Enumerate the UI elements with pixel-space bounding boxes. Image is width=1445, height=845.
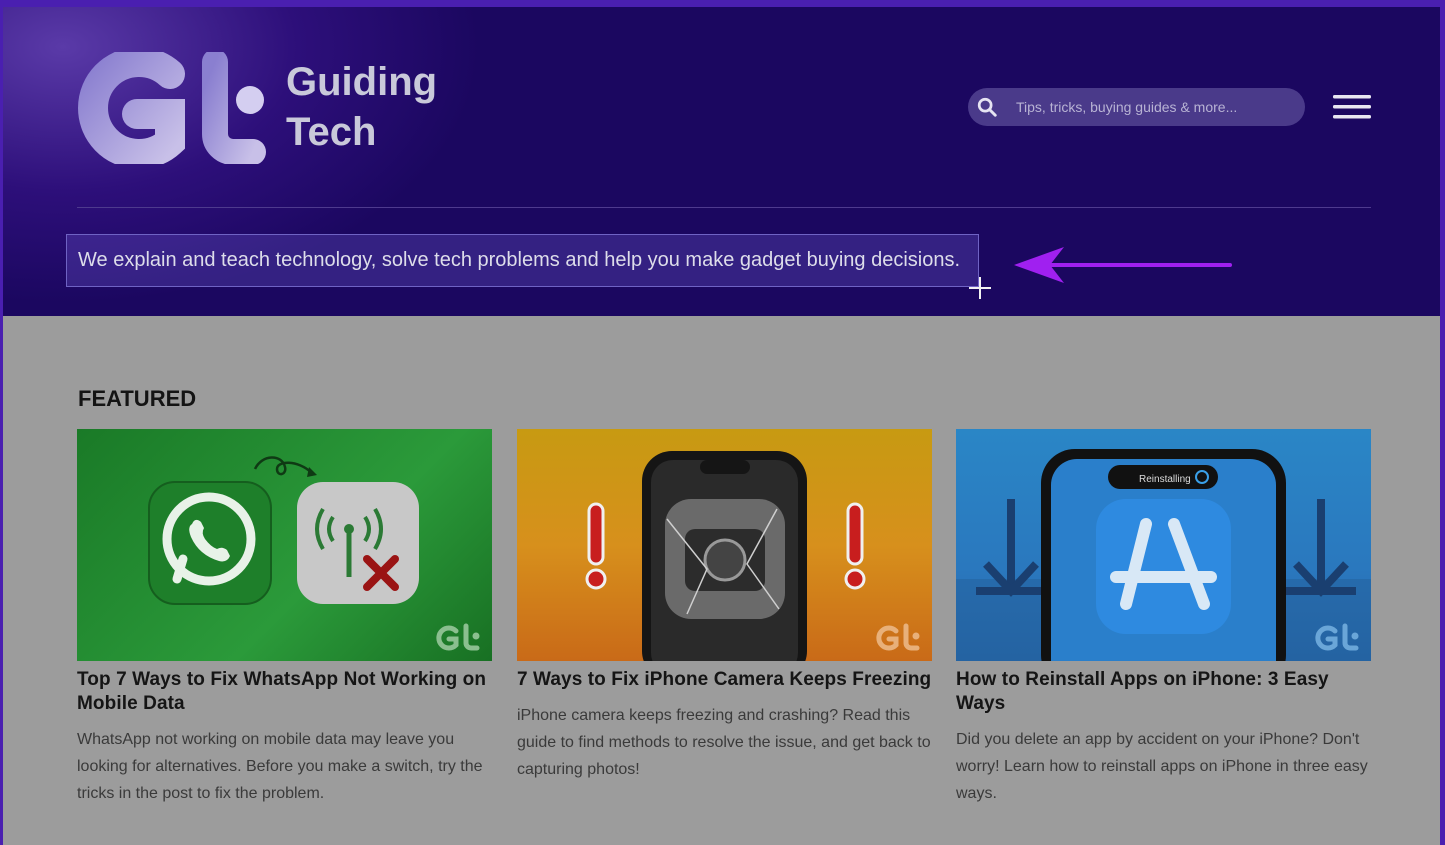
article-thumbnail[interactable] bbox=[517, 429, 932, 661]
article-card[interactable]: Reinstalling How to Reinstall Apps on iP… bbox=[956, 429, 1371, 807]
brand-name[interactable]: Guiding Tech bbox=[286, 57, 437, 157]
gt-watermark-icon bbox=[876, 623, 920, 651]
brand-line-2: Tech bbox=[286, 110, 377, 154]
article-title[interactable]: How to Reinstall Apps on iPhone: 3 Easy … bbox=[956, 668, 1371, 716]
article-card[interactable]: Top 7 Ways to Fix WhatsApp Not Working o… bbox=[77, 429, 492, 807]
article-description: WhatsApp not working on mobile data may … bbox=[77, 731, 483, 802]
featured-section: FEATURED Top 7 Ways to Fix WhatsApp Not … bbox=[3, 316, 1440, 845]
reinstalling-badge-text: Reinstalling bbox=[1139, 474, 1191, 485]
article-description: Did you delete an app by accident on you… bbox=[956, 731, 1368, 802]
search-bar[interactable] bbox=[968, 88, 1305, 126]
article-thumbnail[interactable] bbox=[77, 429, 492, 661]
crosshair-cursor-icon bbox=[969, 277, 991, 299]
frozen-camera-icon bbox=[585, 451, 866, 661]
header-divider bbox=[77, 207, 1371, 208]
browser-viewport: Guiding Tech We explain and teach techno… bbox=[3, 7, 1440, 845]
gt-watermark-icon bbox=[1315, 623, 1359, 651]
article-thumbnail[interactable]: Reinstalling bbox=[956, 429, 1371, 661]
article-card[interactable]: 7 Ways to Fix iPhone Camera Keeps Freezi… bbox=[517, 429, 932, 783]
guiding-tech-logo-icon[interactable] bbox=[75, 52, 275, 164]
article-title[interactable]: Top 7 Ways to Fix WhatsApp Not Working o… bbox=[77, 668, 492, 716]
site-tagline: We explain and teach technology, solve t… bbox=[66, 234, 979, 287]
search-input[interactable] bbox=[1014, 98, 1288, 116]
whatsapp-no-signal-icon bbox=[148, 456, 419, 605]
app-store-icon: Reinstalling bbox=[956, 449, 1371, 661]
brand-line-1: Guiding bbox=[286, 60, 438, 104]
site-header: Guiding Tech We explain and teach techno… bbox=[3, 7, 1440, 316]
annotation-arrow-icon bbox=[1014, 247, 1232, 283]
search-icon[interactable] bbox=[976, 96, 998, 118]
section-heading: FEATURED bbox=[78, 386, 197, 411]
gt-watermark-icon bbox=[436, 623, 480, 651]
hamburger-menu-icon[interactable] bbox=[1333, 93, 1371, 121]
article-title[interactable]: 7 Ways to Fix iPhone Camera Keeps Freezi… bbox=[517, 668, 932, 692]
article-description: iPhone camera keeps freezing and crashin… bbox=[517, 707, 931, 778]
